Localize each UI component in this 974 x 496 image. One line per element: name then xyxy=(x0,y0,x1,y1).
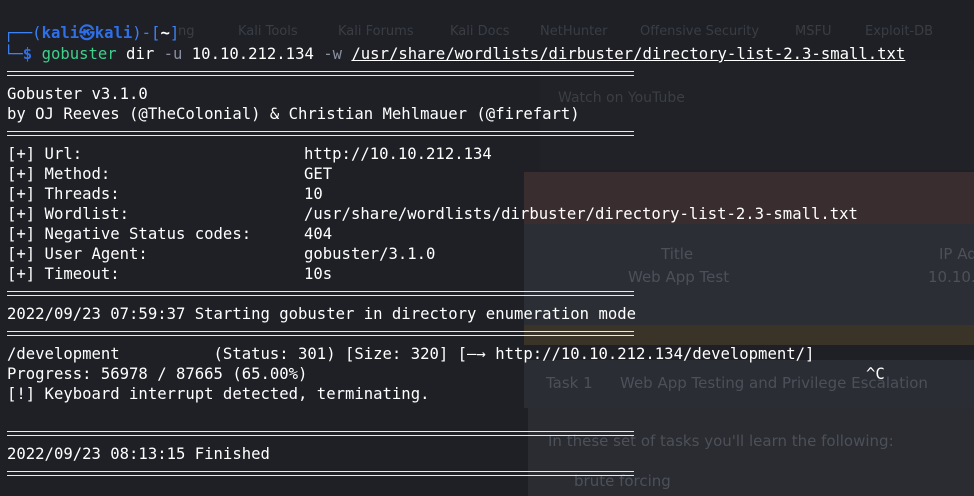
finish-message: 2022/09/23 08:13:15 Finished xyxy=(7,445,270,463)
prompt-bracket: ┌──( xyxy=(4,24,42,42)
config-value: 404 xyxy=(304,225,333,243)
command-subcommand: dir xyxy=(116,45,164,63)
prompt-bracket: )-[ xyxy=(132,24,161,42)
banner-authors: by OJ Reeves (@TheColonial) & Christian … xyxy=(7,105,580,123)
command-wordlist-path[interactable]: /usr/share/wordlists/dirbuster/directory… xyxy=(351,45,905,63)
separator xyxy=(7,71,634,76)
config-value: http://10.10.212.134 xyxy=(304,145,492,163)
command-url: 10.10.212.134 xyxy=(182,45,324,63)
command-line[interactable]: └─$ gobuster dir -u 10.10.212.134 -w /us… xyxy=(4,44,905,64)
interrupt-message: [!] Keyboard interrupt detected, termina… xyxy=(7,385,430,403)
banner-version: Gobuster v3.1.0 xyxy=(7,85,148,103)
config-row: [+] Method: GET xyxy=(7,164,887,184)
prompt-bracket: ] xyxy=(169,24,180,42)
command-flag-u: -u xyxy=(163,45,183,63)
config-key: [+] Threads: xyxy=(7,185,120,203)
command-program: gobuster xyxy=(41,45,117,63)
config-key: [+] User Agent: xyxy=(7,245,148,263)
config-key: [+] Timeout: xyxy=(7,265,120,283)
result-found: /development (Status: 301) [Size: 320] [… xyxy=(7,345,815,363)
config-value: gobuster/3.1.0 xyxy=(304,245,436,263)
separator xyxy=(7,131,634,136)
prompt-arrow: └─ xyxy=(4,45,23,63)
config-value: 10s xyxy=(304,265,333,283)
prompt-dir: ~ xyxy=(160,24,170,42)
config-row: [+] Url: http://10.10.212.134 xyxy=(7,144,887,164)
prompt-dollar: $ xyxy=(22,45,33,63)
config-key: [+] Negative Status codes: xyxy=(7,225,252,243)
command-flag-w: -w xyxy=(323,45,343,63)
separator xyxy=(7,291,634,296)
terminal-window[interactable]: ng Kali Tools Kali Forums Kali Docs NetH… xyxy=(0,0,974,496)
prompt-user: kali㉿kali xyxy=(41,24,133,42)
config-row: [+] User Agent: gobuster/3.1.0 xyxy=(7,244,887,264)
config-key: [+] Method: xyxy=(7,165,111,183)
config-row: [+] Timeout: 10s xyxy=(7,264,887,284)
ctrl-c-echo: ^C xyxy=(866,365,885,383)
config-row: [+] Wordlist: /usr/share/wordlists/dirbus… xyxy=(7,204,907,224)
config-key: [+] Wordlist: xyxy=(7,205,130,223)
prompt-header: ┌──(kali㉿kali)-[~] xyxy=(4,23,179,43)
terminal-output: ┌──(kali㉿kali)-[~] └─$ gobuster dir -u 1… xyxy=(0,0,974,496)
separator xyxy=(7,431,634,436)
config-value: /usr/share/wordlists/dirbuster/directory… xyxy=(304,205,858,223)
config-value: GET xyxy=(304,165,333,183)
separator xyxy=(7,331,634,336)
progress-line: Progress: 56978 / 87665 (65.00%) xyxy=(7,365,308,383)
start-message: 2022/09/23 07:59:37 Starting gobuster in… xyxy=(7,305,637,323)
config-key: [+] Url: xyxy=(7,145,83,163)
config-row: [+] Negative Status codes: 404 xyxy=(7,224,887,244)
separator xyxy=(7,471,634,476)
config-value: 10 xyxy=(304,185,323,203)
config-row: [+] Threads: 10 xyxy=(7,184,887,204)
